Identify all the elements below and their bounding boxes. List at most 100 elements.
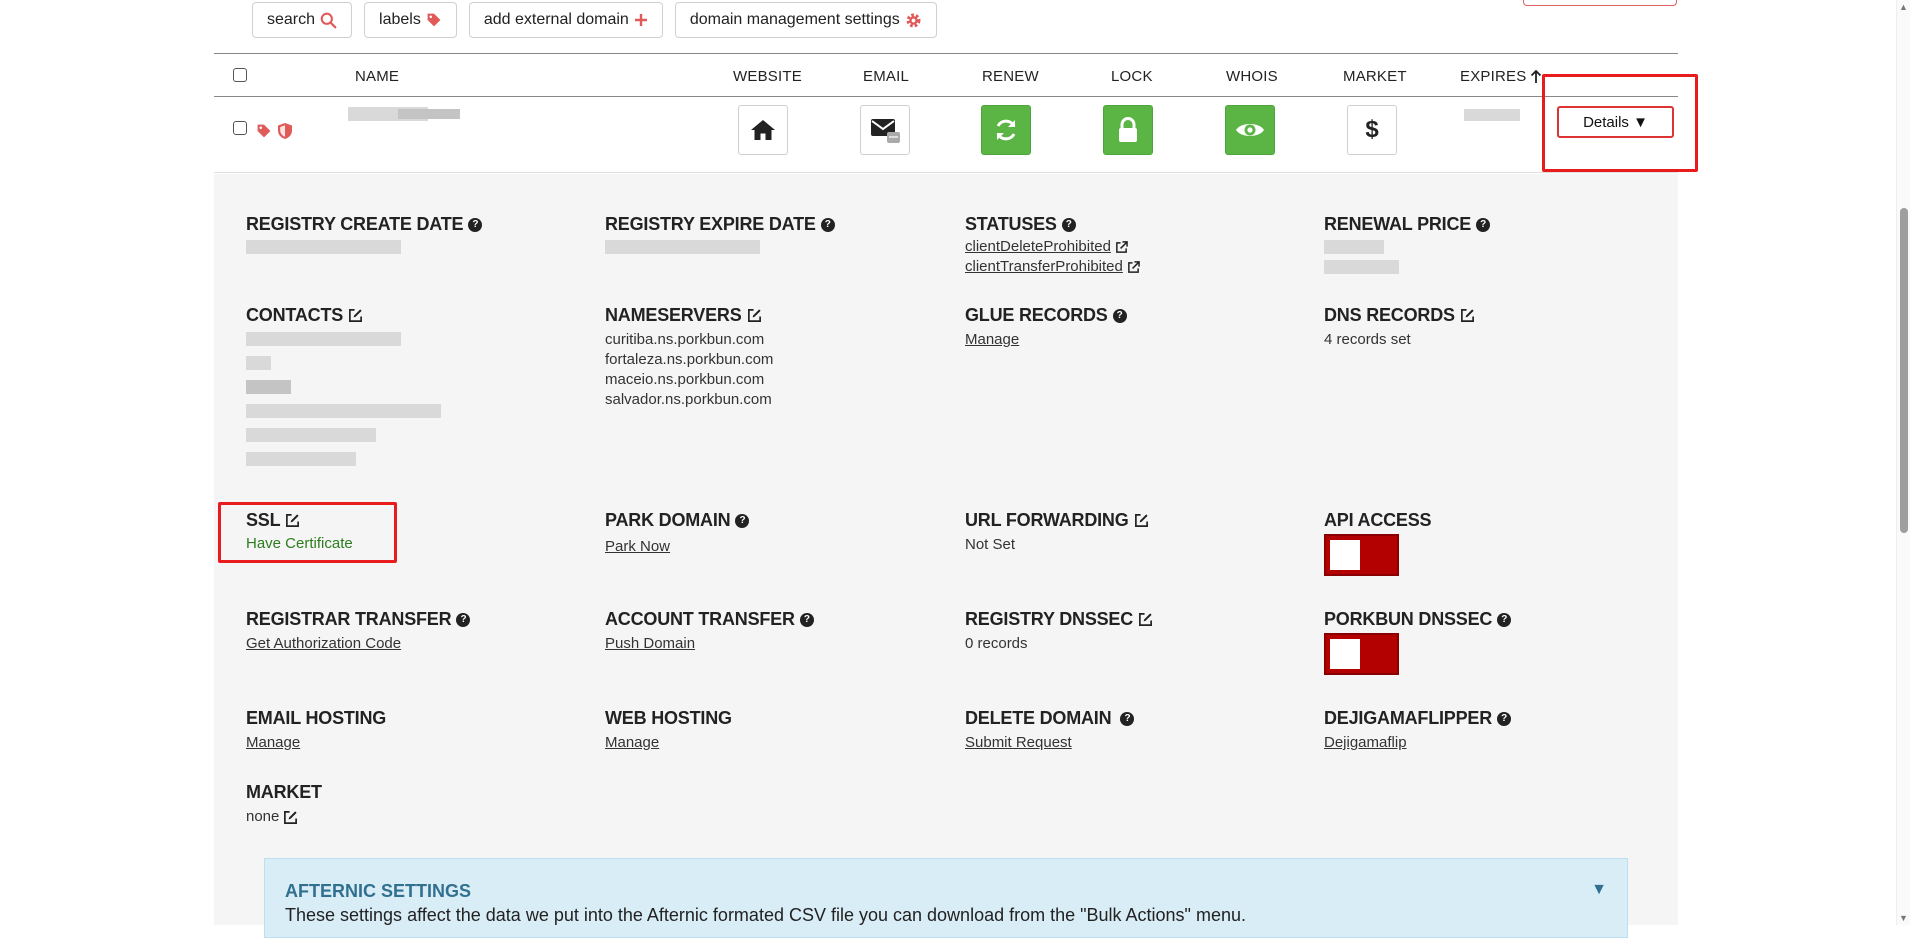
lock-button[interactable] [1103,105,1153,155]
column-lock: LOCK [1111,68,1153,85]
edit-icon[interactable] [1138,612,1153,627]
labels-button[interactable]: labels [364,2,457,38]
redacted-domain-name-2 [398,109,460,119]
whois-button[interactable] [1225,105,1275,155]
nameserver-item: salvador.ns.porkbun.com [605,391,772,408]
porkbun-dnssec-toggle[interactable] [1324,633,1399,675]
porkbun-dnssec-label: PORKBUN DNSSEC [1324,609,1493,629]
help-icon[interactable]: ? [1497,612,1512,627]
email-button[interactable] [860,105,910,155]
redacted-contact-line [246,428,376,442]
help-icon[interactable]: ? [1497,711,1512,726]
row-checkbox[interactable] [233,121,247,135]
add-external-domain-button[interactable]: add external domain [468,2,663,38]
dollar-icon: $ [1365,116,1379,143]
market-value: none [246,808,280,825]
home-icon [751,120,775,140]
domain-management-settings-button[interactable]: domain management settings [674,2,937,38]
dns-records-label: DNS RECORDS [1324,305,1455,325]
help-icon[interactable]: ? [1112,308,1127,323]
nameserver-item: maceio.ns.porkbun.com [605,371,765,388]
contacts-field: CONTACTS [246,305,441,466]
redacted-contact-line [246,380,291,394]
edit-icon[interactable] [283,810,298,825]
status-link-delete-prohibited[interactable]: clientDeleteProhibited [965,237,1111,257]
details-panel: REGISTRY CREATE DATE? REGISTRY EXPIRE DA… [214,174,1678,925]
web-hosting-manage-link[interactable]: Manage [605,734,659,751]
redacted-create-date [246,240,401,254]
search-icon [320,12,337,29]
scrollbar[interactable]: ▲ ▼ [1896,0,1910,925]
registry-create-date-field: REGISTRY CREATE DATE? [246,214,483,254]
delete-domain-field: DELETE DOMAIN? Submit Request [965,708,1135,753]
afternic-settings-panel[interactable]: AFTERNIC SETTINGS These settings affect … [264,858,1628,938]
glue-records-manage-link[interactable]: Manage [965,331,1019,348]
url-forwarding-value: Not Set [965,536,1016,553]
help-icon[interactable]: ? [456,612,471,627]
edit-icon[interactable] [348,308,363,323]
redacted-contact-line [246,452,356,466]
market-button[interactable]: $ [1347,105,1397,155]
help-icon[interactable]: ? [1120,711,1135,726]
renew-button[interactable] [981,105,1031,155]
park-now-link[interactable]: Park Now [605,538,670,555]
edit-icon[interactable] [1134,513,1149,528]
glue-records-field: GLUE RECORDS? Manage [965,305,1127,350]
email-hosting-label: EMAIL HOSTING [246,708,387,728]
column-expires[interactable]: EXPIRES [1460,68,1542,85]
email-hosting-field: EMAIL HOSTING Manage [246,708,386,753]
email-hosting-manage-link[interactable]: Manage [246,734,300,751]
account-transfer-field: ACCOUNT TRANSFER? Push Domain [605,609,814,654]
website-button[interactable] [738,105,788,155]
dejigamaflip-link[interactable]: Dejigamaflip [1324,734,1407,751]
status-item[interactable]: clientDeleteProhibited [965,237,1140,257]
cut-off-button [1523,0,1677,6]
api-access-toggle[interactable] [1324,534,1399,576]
row-tag-icon[interactable] [256,123,272,144]
shield-icon[interactable] [277,122,293,145]
submit-request-link[interactable]: Submit Request [965,734,1072,751]
column-renew: RENEW [982,68,1039,85]
edit-icon[interactable] [1460,308,1475,323]
scroll-up-arrow-icon[interactable]: ▲ [1899,2,1908,12]
help-icon[interactable]: ? [1476,217,1491,232]
dejigamaflipper-label: DEJIGAMAFLIPPER [1324,708,1493,728]
column-email: EMAIL [863,68,910,85]
nameservers-label: NAMESERVERS [605,305,742,325]
column-name[interactable]: NAME [355,68,399,85]
highlight-details [1542,74,1698,172]
web-hosting-label: WEB HOSTING [605,708,732,728]
statuses-field: STATUSES? clientDeleteProhibited clientT… [965,214,1140,277]
help-icon[interactable]: ? [735,513,750,528]
afternic-settings-description: These settings affect the data we put in… [285,905,1246,925]
registry-expire-date-label: REGISTRY EXPIRE DATE [605,214,816,234]
url-forwarding-field: URL FORWARDING Not Set [965,510,1149,555]
nameservers-field: NAMESERVERS curitiba.ns.porkbun.com fort… [605,305,773,410]
push-domain-link[interactable]: Push Domain [605,635,695,652]
scrollbar-thumb[interactable] [1900,208,1908,533]
help-icon[interactable]: ? [1061,217,1076,232]
status-item[interactable]: clientTransferProhibited [965,257,1140,277]
status-link-transfer-prohibited[interactable]: clientTransferProhibited [965,257,1123,277]
search-button[interactable]: search [252,2,353,38]
delete-domain-label: DELETE DOMAIN [965,708,1112,728]
redacted-contact-line [246,356,271,370]
redacted-price [1324,240,1384,254]
help-icon[interactable]: ? [820,217,835,232]
caret-down-icon[interactable]: ▼ [1591,881,1607,899]
porkbun-dnssec-field: PORKBUN DNSSEC? [1324,609,1512,630]
help-icon[interactable]: ? [468,217,483,232]
registry-dnssec-field: REGISTRY DNSSEC 0 records [965,609,1153,654]
dns-records-value: 4 records set [1324,331,1411,348]
registry-create-date-label: REGISTRY CREATE DATE [246,214,464,234]
select-all-checkbox[interactable] [233,68,247,82]
api-access-field: API ACCESS [1324,510,1432,531]
glue-records-label: GLUE RECORDS [965,305,1108,325]
scroll-down-arrow-icon[interactable]: ▼ [1899,913,1908,923]
get-authorization-code-link[interactable]: Get Authorization Code [246,635,401,652]
tag-icon [426,12,442,28]
help-icon[interactable]: ? [799,612,814,627]
edit-icon[interactable] [747,308,762,323]
external-link-icon [1116,240,1128,253]
statuses-label: STATUSES [965,214,1057,234]
